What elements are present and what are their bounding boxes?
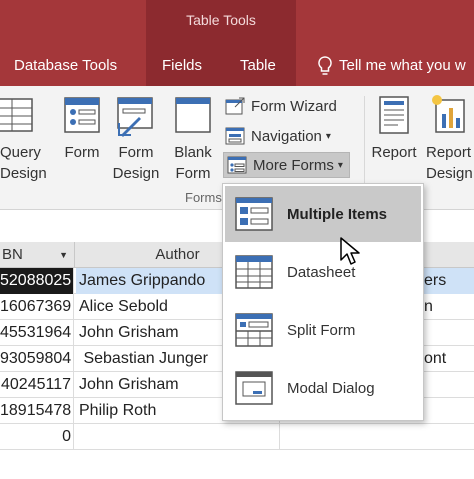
blank-form-button[interactable]: Blank Form <box>168 142 218 184</box>
menu-item-datasheet[interactable]: Datasheet <box>225 244 421 300</box>
isbn-cell[interactable]: 16067369 <box>0 294 74 320</box>
modal-dialog-icon <box>235 371 273 405</box>
title-cell[interactable] <box>282 424 474 450</box>
more-forms-chevron-down-icon: ▾ <box>337 159 343 171</box>
tab-database-tools[interactable]: Database Tools <box>14 57 117 74</box>
forms-group-label: Forms <box>185 190 222 205</box>
isbn-cell[interactable]: 40245117 <box>0 372 74 398</box>
navigation-chevron-down-icon: ▾ <box>325 130 331 142</box>
form-wizard-label: Form Wizard <box>251 97 337 115</box>
more-forms-icon <box>227 156 247 174</box>
menu-item-label: Modal Dialog <box>287 379 375 397</box>
report-icon <box>379 96 409 134</box>
new-record-row[interactable]: 0 <box>0 424 474 450</box>
report-design-icon <box>432 95 465 133</box>
multiple-items-icon <box>235 197 273 231</box>
navigation-button[interactable]: Navigation ▾ <box>225 123 331 149</box>
context-tab-title: Table Tools <box>186 12 256 28</box>
form-icon <box>64 97 100 133</box>
menu-item-split-form[interactable]: Split Form <box>225 302 421 358</box>
menu-item-modal-dialog[interactable]: Modal Dialog <box>225 360 421 416</box>
menu-item-label: Multiple Items <box>287 205 388 223</box>
more-forms-dropdown: Multiple Items Datasheet Split Form Moda… <box>222 183 424 421</box>
isbn-cell[interactable]: 93059804 <box>0 346 74 372</box>
isbn-cell[interactable]: 52088025 <box>0 268 74 294</box>
form-design-icon <box>117 97 153 137</box>
navigation-icon <box>225 127 245 145</box>
column-header-isbn[interactable]: BN ▼ <box>0 242 75 268</box>
mouse-cursor-icon <box>340 237 360 265</box>
tab-fields[interactable]: Fields <box>162 57 202 74</box>
navigation-label: Navigation <box>251 127 322 145</box>
form-wizard-icon <box>225 97 245 115</box>
isbn-cell[interactable]: 45531964 <box>0 320 74 346</box>
tell-me-search[interactable]: Tell me what you w <box>339 57 466 74</box>
isbn-cell[interactable]: 18915478 <box>0 398 74 424</box>
query-design-button[interactable]: Query Design <box>0 142 47 184</box>
menu-item-label: Split Form <box>287 321 356 339</box>
column-header-isbn-label: BN <box>2 246 23 263</box>
query-design-icon <box>0 98 33 132</box>
lightbulb-icon <box>318 56 332 75</box>
isbn-cell[interactable]: 0 <box>0 424 74 450</box>
menu-item-label: Datasheet <box>287 263 356 281</box>
more-forms-button[interactable]: More Forms ▾ <box>223 152 350 178</box>
form-wizard-button[interactable]: Form Wizard <box>225 93 337 119</box>
report-design-button[interactable]: Report Design <box>426 142 474 184</box>
blank-form-icon <box>175 97 211 133</box>
form-button[interactable]: Form <box>60 142 104 163</box>
datasheet-icon <box>235 255 273 289</box>
filter-dropdown-icon[interactable]: ▼ <box>59 242 68 268</box>
more-forms-label: More Forms <box>253 156 334 174</box>
report-button[interactable]: Report <box>370 142 418 163</box>
author-cell[interactable] <box>76 424 280 450</box>
split-form-icon <box>235 313 273 347</box>
tab-table[interactable]: Table <box>240 57 276 74</box>
menu-item-multiple-items[interactable]: Multiple Items <box>225 186 421 242</box>
form-design-button[interactable]: Form Design <box>110 142 162 184</box>
